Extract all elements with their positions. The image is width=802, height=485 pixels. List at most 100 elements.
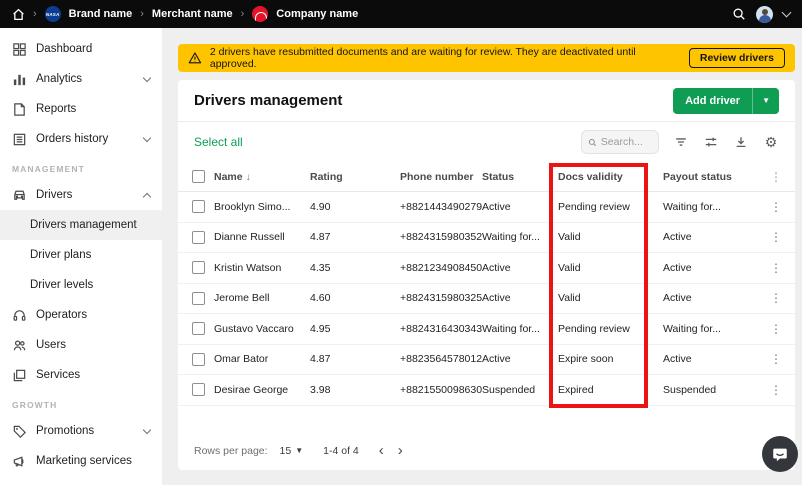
row-menu-kebab-icon[interactable]: ⋮ xyxy=(770,384,796,396)
cell-status: Active xyxy=(482,262,558,274)
search-icon[interactable] xyxy=(732,7,746,21)
drivers-icon xyxy=(12,188,27,203)
cell-phone: +8824315980325 xyxy=(400,292,482,304)
cell-rating: 4.95 xyxy=(310,323,400,335)
main-content: 2 drivers have resubmitted documents and… xyxy=(162,28,802,485)
download-icon[interactable] xyxy=(733,134,749,150)
cell-status: Waiting for... xyxy=(482,323,558,335)
cell-name: Gustavo Vaccaro xyxy=(214,323,310,335)
user-avatar[interactable] xyxy=(756,6,773,23)
sidebar-item-label: Operators xyxy=(36,309,87,321)
promotions-icon xyxy=(12,424,27,439)
cell-rating: 4.87 xyxy=(310,231,400,243)
sidebar-item-marketing-services[interactable]: Marketing services xyxy=(0,446,162,476)
row-menu-kebab-icon[interactable]: ⋮ xyxy=(770,231,796,243)
sidebar-item-label: Promotions xyxy=(36,425,94,437)
column-header-docs-validity[interactable]: Docs validity xyxy=(558,171,663,183)
row-menu-kebab-icon[interactable]: ⋮ xyxy=(770,292,796,304)
sidebar-subitem-driver-levels[interactable]: Driver levels xyxy=(0,270,162,300)
cell-phone: +8821550098630 xyxy=(400,384,482,396)
breadcrumb-company[interactable]: Company name xyxy=(276,8,358,20)
table-row[interactable]: Jerome Bell 4.60 +8824315980325 Active V… xyxy=(178,284,795,315)
column-header-name[interactable]: Name↓ xyxy=(214,171,310,183)
row-menu-kebab-icon[interactable]: ⋮ xyxy=(770,262,796,274)
sidebar-item-orders-history[interactable]: Orders history xyxy=(0,124,162,154)
top-navigation-bar: › NASA Brand name › Merchant name › Comp… xyxy=(0,0,802,28)
cell-phone: +8821234908450 xyxy=(400,262,482,274)
chat-widget-button[interactable] xyxy=(762,436,798,472)
search-input[interactable] xyxy=(601,136,652,148)
sidebar-item-drivers[interactable]: Drivers xyxy=(0,180,162,210)
sidebar-item-reports[interactable]: Reports xyxy=(0,94,162,124)
search-box[interactable] xyxy=(581,130,659,154)
select-all-link[interactable]: Select all xyxy=(194,135,243,149)
sidebar-item-label: Reports xyxy=(36,103,76,115)
pagination: Rows per page: 15 ▼ 1-4 of 4 ‹ › xyxy=(194,443,403,458)
row-checkbox[interactable] xyxy=(192,231,205,244)
cell-name: Desirae George xyxy=(214,384,310,396)
header-menu-kebab-icon[interactable]: ⋮ xyxy=(770,171,796,183)
filter-icon[interactable] xyxy=(673,134,689,150)
row-checkbox[interactable] xyxy=(192,322,205,335)
cell-docs-validity: Valid xyxy=(558,292,663,304)
add-driver-button[interactable]: Add driver ▼ xyxy=(673,88,779,114)
breadcrumb-brand[interactable]: Brand name xyxy=(69,8,133,20)
row-checkbox[interactable] xyxy=(192,261,205,274)
cell-phone: +8821443490279 xyxy=(400,201,482,213)
cell-status: Waiting for... xyxy=(482,231,558,243)
row-menu-kebab-icon[interactable]: ⋮ xyxy=(770,353,796,365)
cell-rating: 4.60 xyxy=(310,292,400,304)
sort-descending-icon: ↓ xyxy=(246,172,251,183)
next-page-icon[interactable]: › xyxy=(398,443,403,458)
row-menu-kebab-icon[interactable]: ⋮ xyxy=(770,323,796,335)
chevron-down-icon: ▼ xyxy=(295,446,303,455)
column-header-status[interactable]: Status xyxy=(482,171,558,183)
row-checkbox[interactable] xyxy=(192,200,205,213)
select-all-checkbox[interactable] xyxy=(192,170,205,183)
table-row[interactable]: Omar Bator 4.87 +8823564578012 Active Ex… xyxy=(178,345,795,376)
settings-gear-icon[interactable]: ⚙ xyxy=(763,134,779,150)
cell-docs-validity: Expire soon xyxy=(558,353,663,365)
table-row[interactable]: Gustavo Vaccaro 4.95 +8824316430343 Wait… xyxy=(178,314,795,345)
sidebar-item-promotions[interactable]: Promotions xyxy=(0,416,162,446)
chevron-down-icon xyxy=(143,133,151,141)
rows-per-page-select[interactable]: 15 ▼ xyxy=(280,445,304,457)
table-row[interactable]: Brooklyn Simo... 4.90 +8821443490279 Act… xyxy=(178,192,795,223)
table-row[interactable]: Dianne Russell 4.87 +8824315980352 Waiti… xyxy=(178,223,795,254)
sidebar-subitem-drivers-management[interactable]: Drivers management xyxy=(0,210,162,240)
column-header-phone[interactable]: Phone number xyxy=(400,171,482,183)
add-driver-label[interactable]: Add driver xyxy=(673,95,752,107)
cell-phone: +8824315980352 xyxy=(400,231,482,243)
card-title-row: Drivers management Add driver ▼ xyxy=(178,80,795,122)
tune-filter-icon[interactable] xyxy=(703,134,719,150)
sidebar-subitem-driver-plans[interactable]: Driver plans xyxy=(0,240,162,270)
home-icon[interactable] xyxy=(12,8,25,21)
cell-status: Active xyxy=(482,201,558,213)
cell-status: Active xyxy=(482,353,558,365)
column-header-payout-status[interactable]: Payout status xyxy=(663,171,770,183)
add-driver-chevron-down-icon[interactable]: ▼ xyxy=(752,88,779,114)
breadcrumb-merchant[interactable]: Merchant name xyxy=(152,8,233,20)
cell-rating: 4.35 xyxy=(310,262,400,274)
sidebar-item-services[interactable]: Services xyxy=(0,360,162,390)
page-title: Drivers management xyxy=(194,92,342,109)
sidebar-item-dashboard[interactable]: Dashboard xyxy=(0,34,162,64)
row-checkbox[interactable] xyxy=(192,383,205,396)
row-checkbox[interactable] xyxy=(192,292,205,305)
table-row[interactable]: Kristin Watson 4.35 +8821234908450 Activ… xyxy=(178,253,795,284)
sidebar-item-analytics[interactable]: Analytics xyxy=(0,64,162,94)
column-header-rating[interactable]: Rating xyxy=(310,171,400,183)
breadcrumb-separator: › xyxy=(241,8,245,20)
row-checkbox[interactable] xyxy=(192,353,205,366)
review-drivers-button[interactable]: Review drivers xyxy=(689,48,785,68)
table-row[interactable]: Desirae George 3.98 +8821550098630 Suspe… xyxy=(178,375,795,406)
sidebar-item-users[interactable]: Users xyxy=(0,330,162,360)
sidebar-item-operators[interactable]: Operators xyxy=(0,300,162,330)
previous-page-icon[interactable]: ‹ xyxy=(379,443,384,458)
cell-payout-status: Suspended xyxy=(663,384,770,396)
account-chevron-down-icon[interactable] xyxy=(782,8,792,18)
marketing-icon xyxy=(12,454,27,469)
row-menu-kebab-icon[interactable]: ⋮ xyxy=(770,201,796,213)
banner-message: 2 drivers have resubmitted documents and… xyxy=(210,46,681,70)
warning-banner: 2 drivers have resubmitted documents and… xyxy=(178,44,795,72)
